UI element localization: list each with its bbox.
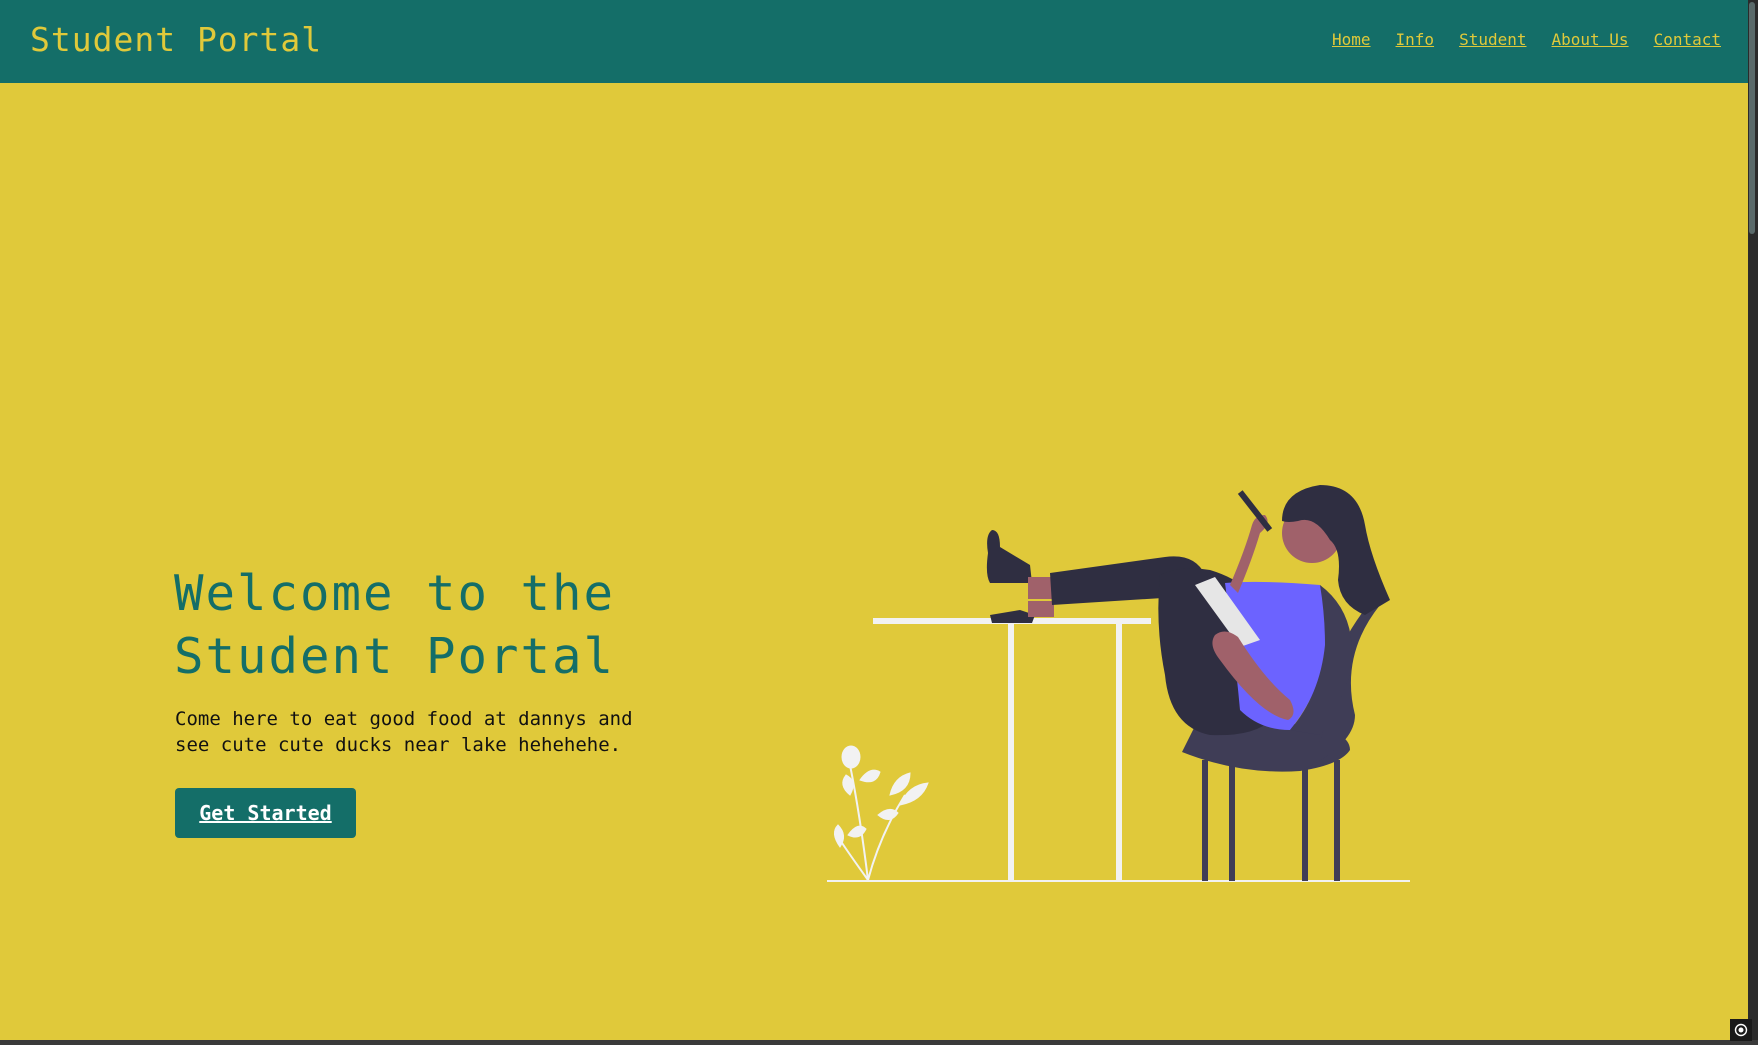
shoes xyxy=(986,530,1035,623)
hero-title-line1: Welcome to the xyxy=(174,565,616,622)
nav-link-about-us[interactable]: About Us xyxy=(1552,30,1629,49)
hero-description: Come here to eat good food at dannys and… xyxy=(175,708,633,756)
ankles xyxy=(1028,577,1054,617)
get-started-button[interactable]: Get Started xyxy=(175,788,356,838)
nav-link-info[interactable]: Info xyxy=(1396,30,1435,49)
nav-links: Home Info Student About Us Contact xyxy=(1332,30,1721,49)
hero-title-line2: Student Portal xyxy=(174,628,616,685)
nav-link-home[interactable]: Home xyxy=(1332,30,1371,49)
target-icon[interactable] xyxy=(1730,1019,1752,1041)
hero-title: Welcome to the Student Portal xyxy=(174,562,694,688)
bottom-bar xyxy=(0,1040,1758,1045)
table xyxy=(873,618,1151,881)
woman-sitting-with-phone-illustration xyxy=(827,485,1410,882)
site-brand[interactable]: Student Portal xyxy=(30,20,322,59)
page-viewport: Student Portal Home Info Student About U… xyxy=(0,0,1748,1040)
scrollbar-thumb[interactable] xyxy=(1749,2,1755,234)
plant xyxy=(834,745,929,881)
top-navbar: Student Portal Home Info Student About U… xyxy=(0,0,1748,83)
nav-link-contact[interactable]: Contact xyxy=(1654,30,1721,49)
nav-link-student[interactable]: Student xyxy=(1459,30,1526,49)
